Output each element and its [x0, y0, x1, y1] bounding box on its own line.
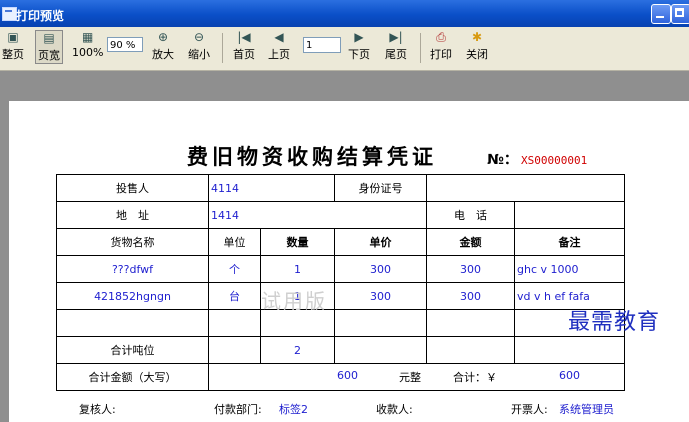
- voucher-title: 费旧物资收购结算凭证: [187, 144, 437, 169]
- table-row: 投售人 4114 身份证号: [56, 174, 625, 202]
- page-number-input[interactable]: 1: [303, 37, 341, 53]
- close-button[interactable]: ✱ 关闭: [466, 30, 488, 62]
- col-header-remark: 备注: [514, 228, 625, 256]
- total-tons-value: 2: [260, 336, 335, 364]
- page-width-button[interactable]: ▤ 页宽: [35, 30, 63, 64]
- preview-page: 费旧物资收购结算凭证 №： XS00000001 投售人 4114 身份证号 地…: [9, 101, 689, 422]
- dept-label: 付款部门:: [214, 403, 262, 416]
- first-page-icon: |◀: [237, 30, 251, 44]
- zoom-out-icon: ⊖: [193, 30, 205, 44]
- dept-value: 标签2: [279, 403, 308, 416]
- preview-canvas: 费旧物资收购结算凭证 №： XS00000001 投售人 4114 身份证号 地…: [0, 71, 689, 422]
- table-row: 合计吨位 2: [56, 336, 625, 364]
- total-amount-value: 600: [337, 369, 358, 382]
- id-value: [426, 174, 625, 202]
- empty-cell: [334, 336, 427, 364]
- item-amount: 300: [426, 282, 515, 310]
- col-header-name: 货物名称: [56, 228, 209, 256]
- item-unit: 台: [208, 282, 261, 310]
- toolbar-separator: [420, 33, 421, 63]
- last-page-button[interactable]: ▶| 尾页: [385, 30, 407, 62]
- empty-cell: [334, 309, 427, 337]
- trial-watermark: 试用版: [261, 289, 327, 313]
- item-amount: 300: [426, 255, 515, 283]
- table-header-row: 货物名称 单位 数量 单价 金额 备注: [56, 228, 625, 256]
- item-price: 300: [334, 282, 427, 310]
- table-row: 合计金额（大写） 600 元整 合计：￥ 600: [56, 363, 625, 391]
- empty-cell: [208, 309, 261, 337]
- prev-page-button[interactable]: ◀ 上页: [268, 30, 290, 62]
- col-header-amount: 金额: [426, 228, 515, 256]
- close-icon: ✱: [471, 30, 483, 44]
- voucher-no-label: №：: [487, 152, 518, 168]
- next-page-icon: ▶: [354, 30, 364, 44]
- whole-page-button[interactable]: ▣ 整页: [2, 30, 24, 62]
- item-qty: 1: [260, 255, 335, 283]
- empty-cell: [514, 336, 625, 364]
- zoom-in-button[interactable]: ⊕ 放大: [152, 30, 174, 62]
- total-value: 600: [559, 369, 580, 382]
- prev-page-icon: ◀: [274, 30, 284, 44]
- yuan-label: 元整: [399, 371, 421, 384]
- col-header-unit: 单位: [208, 228, 261, 256]
- brand-watermark: 最需教育: [568, 310, 661, 335]
- printer-icon: ⎙: [436, 30, 446, 44]
- address-label: 地 址: [56, 201, 209, 229]
- maximize-button[interactable]: [671, 4, 689, 24]
- total-tons-label: 合计吨位: [56, 336, 209, 364]
- grid-icon: ▦: [82, 30, 94, 44]
- col-header-price: 单价: [334, 228, 427, 256]
- phone-value: [514, 201, 625, 229]
- first-page-button[interactable]: |◀ 首页: [233, 30, 255, 62]
- total-amount-label: 合计金额（大写）: [56, 363, 209, 391]
- zoom-out-button[interactable]: ⊖ 缩小: [188, 30, 210, 62]
- toolbar: ▣ 整页 ▤ 页宽 ▦ 100% 90 % ⊕ 放大 ⊖ 缩小 |◀ 首页 ◀ …: [0, 27, 689, 71]
- table-row: 421852hgngn 台 1 300 300 vd v h ef fafa: [56, 282, 625, 310]
- empty-cell: [426, 336, 515, 364]
- item-name: ???dfwf: [56, 255, 209, 283]
- item-unit: 个: [208, 255, 261, 283]
- zoom-100-button[interactable]: ▦ 100%: [72, 30, 103, 59]
- item-price: 300: [334, 255, 427, 283]
- zoom-input[interactable]: 90 %: [107, 37, 143, 52]
- drawer-label: 开票人:: [511, 403, 548, 416]
- table-row: [56, 309, 625, 337]
- total-amount-cell: 600 元整 合计：￥ 600: [208, 363, 625, 391]
- total-label: 合计：￥: [453, 371, 497, 384]
- voucher-no-value: XS00000001: [521, 154, 588, 167]
- address-value: 1414: [208, 201, 427, 229]
- seller-value: 4114: [208, 174, 335, 202]
- phone-label: 电 话: [426, 201, 515, 229]
- table-row: 地 址 1414 电 话: [56, 201, 625, 229]
- reviewer-label: 复核人:: [79, 403, 116, 416]
- payee-label: 收款人:: [376, 403, 413, 416]
- app-icon: [2, 7, 17, 21]
- title-bar: 打印预览: [0, 0, 689, 27]
- last-page-icon: ▶|: [389, 30, 403, 44]
- page-icon: ▣: [7, 30, 19, 44]
- toolbar-separator: [222, 33, 223, 63]
- empty-cell: [56, 309, 209, 337]
- drawer-value: 系统管理员: [559, 403, 614, 416]
- col-header-qty: 数量: [260, 228, 335, 256]
- window-title: 打印预览: [16, 9, 65, 23]
- empty-cell: [208, 336, 261, 364]
- minimize-button[interactable]: [651, 4, 671, 24]
- seller-label: 投售人: [56, 174, 209, 202]
- id-label: 身份证号: [334, 174, 427, 202]
- print-button[interactable]: ⎙ 打印: [430, 30, 452, 62]
- item-name: 421852hgngn: [56, 282, 209, 310]
- next-page-button[interactable]: ▶ 下页: [348, 30, 370, 62]
- item-remark: ghc v 1000: [514, 255, 625, 283]
- table-row: ???dfwf 个 1 300 300 ghc v 1000: [56, 255, 625, 283]
- zoom-in-icon: ⊕: [157, 30, 169, 44]
- voucher-table: 投售人 4114 身份证号 地 址 1414 电 话 货物名称 单位 数量 单价…: [56, 174, 625, 391]
- empty-cell: [426, 309, 515, 337]
- page-width-icon: ▤: [43, 31, 55, 45]
